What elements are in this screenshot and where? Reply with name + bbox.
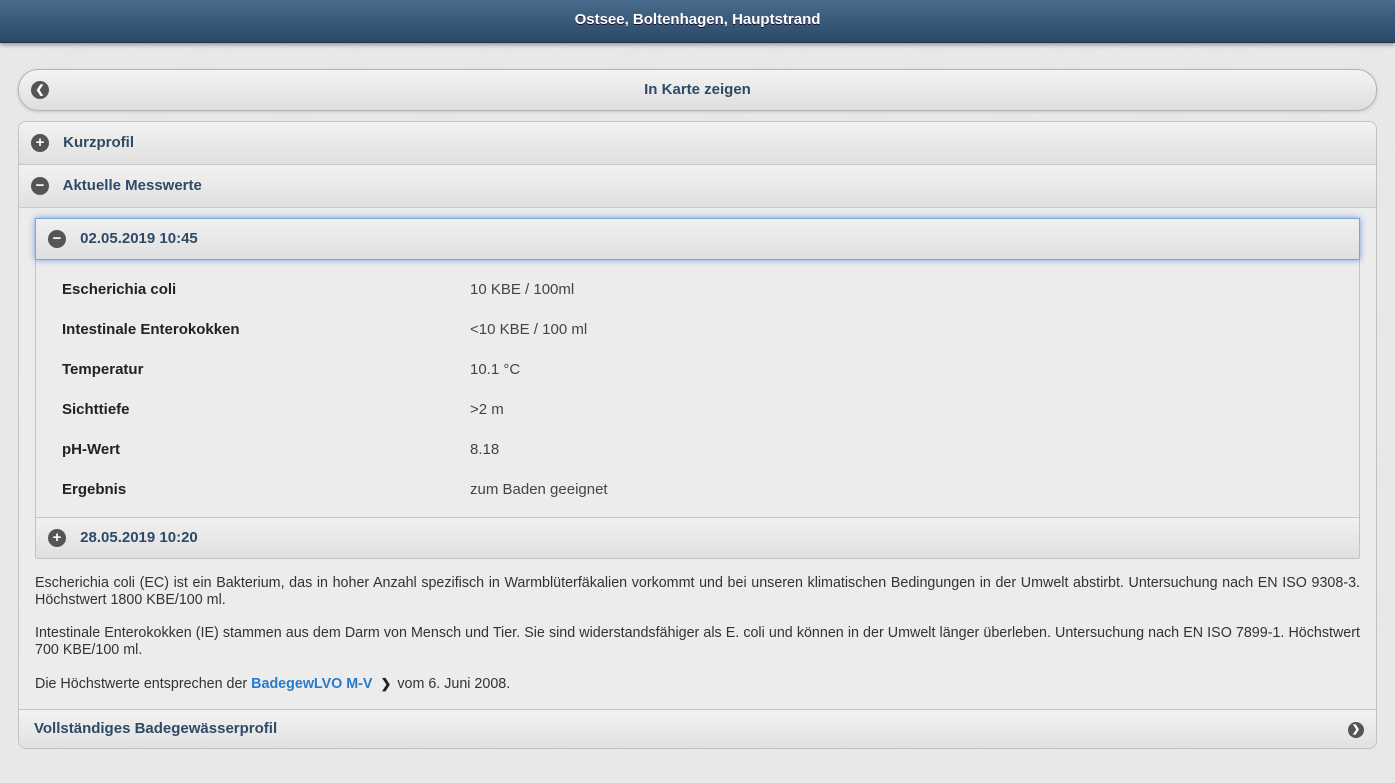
table-row: Intestinale Enterokokken <10 KBE / 100 m… [62,309,608,349]
messwerte-header[interactable]: − Aktuelle Messwerte [19,165,1376,208]
main-content: ❮ In Karte zeigen + Kurzprofil − Aktuell… [0,43,1395,749]
row-label: Ergebnis [62,480,127,498]
note-limits: Die Höchstwerte entsprechen der BadegewL… [35,675,1360,693]
chevron-right-icon: ❯ [1348,722,1364,738]
table-row: Escherichia coli 10 KBE / 100ml [62,269,608,309]
chevron-right-icon: ❯ [380,676,392,691]
row-label: Intestinale Enterokokken [62,320,240,338]
row-value: >2 m [470,400,504,418]
row-value: 8.18 [470,440,500,458]
chevron-left-icon: ❮ [31,81,49,99]
table-row: pH-Wert 8.18 [62,429,608,469]
measurement-table: Escherichia coli 10 KBE / 100ml Intestin… [62,269,608,509]
row-value: <10 KBE / 100 ml [470,320,588,338]
show-on-map-label: In Karte zeigen [644,81,751,98]
table-row: Temperatur 10.1 °C [62,349,608,389]
row-label: Escherichia coli [62,280,177,298]
page-title: Ostsee, Boltenhagen, Hauptstrand [574,11,821,28]
row-label: Sichttiefe [62,400,130,418]
row-label: pH-Wert [62,440,121,458]
plus-icon: + [31,134,49,153]
show-on-map-button[interactable]: ❮ In Karte zeigen [18,69,1377,111]
table-row: Ergebnis zum Baden geeignet [62,469,608,509]
minus-icon: − [31,177,49,196]
limits-prefix: Die Höchstwerte entsprechen der [35,676,248,692]
measurement-date: 28.05.2019 10:20 [80,529,198,546]
table-row: Sichttiefe >2 m [62,389,608,429]
minus-icon: − [48,230,66,249]
limits-suffix: vom 6. Juni 2008. [397,676,511,692]
note-enterococci: Intestinale Enterokokken (IE) stammen au… [35,625,1360,658]
row-label: Temperatur [62,360,144,378]
measurement-set: − 02.05.2019 10:45 Escherichia coli 10 K… [35,218,1360,559]
measurement-header-1[interactable]: − 02.05.2019 10:45 [35,218,1360,260]
row-value: zum Baden geeignet [470,480,608,498]
measurement-header-2[interactable]: + 28.05.2019 10:20 [36,517,1359,558]
row-value: 10 KBE / 100ml [470,280,575,298]
full-profile-label: Vollständiges Badegewässerprofil [34,720,278,737]
messwerte-label: Aktuelle Messwerte [62,177,202,194]
full-profile-button[interactable]: Vollständiges Badegewässerprofil ❯ [19,709,1376,748]
plus-icon: + [48,529,66,548]
kurzprofil-header[interactable]: + Kurzprofil [19,122,1376,165]
measurement-date: 02.05.2019 10:45 [80,230,198,247]
note-ecoli: Escherichia coli (EC) ist ein Bakterium,… [35,575,1360,608]
row-value: 10.1 °C [470,360,521,378]
badegewlvo-link[interactable]: BadegewLVO M-V [251,676,372,692]
kurzprofil-label: Kurzprofil [63,134,134,151]
explanatory-notes: Escherichia coli (EC) ist ein Bakterium,… [35,559,1360,693]
page-header: Ostsee, Boltenhagen, Hauptstrand [0,0,1395,43]
profile-collapsible-set: + Kurzprofil − Aktuelle Messwerte − 02.0… [18,121,1377,749]
messwerte-content: − 02.05.2019 10:45 Escherichia coli 10 K… [19,208,1376,693]
